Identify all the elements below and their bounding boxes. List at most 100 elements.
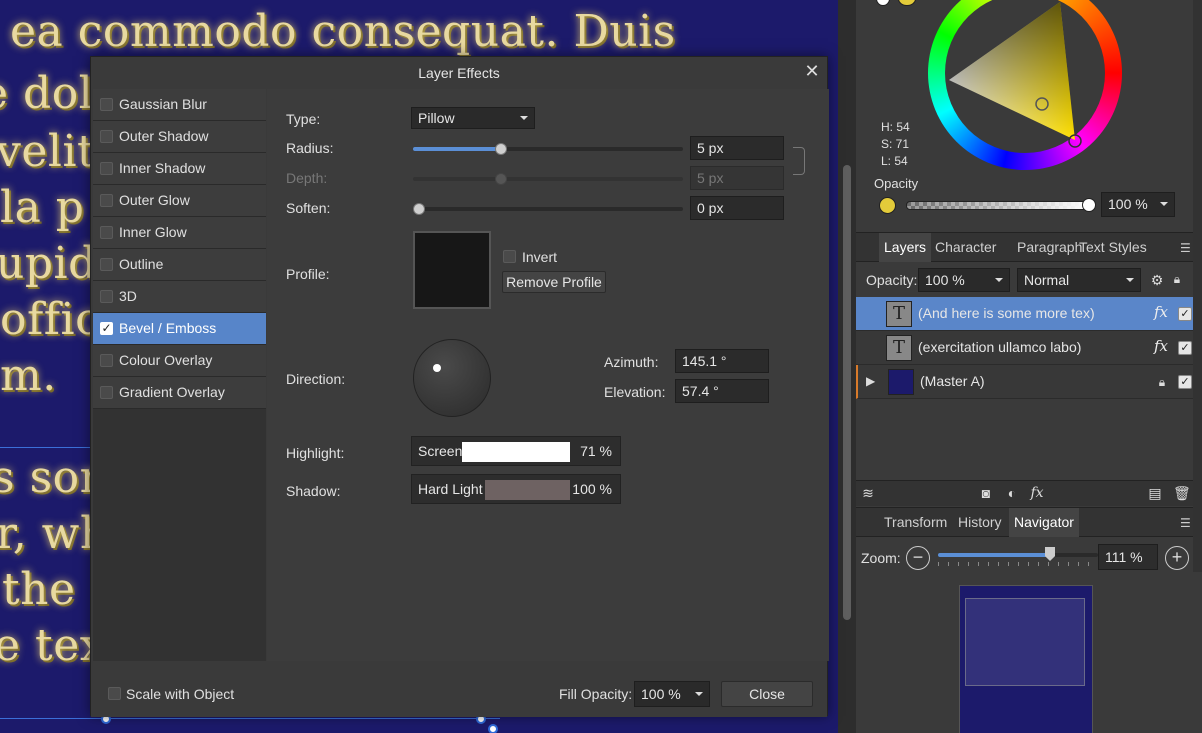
effect-inner-shadow[interactable]: Inner Shadow	[93, 153, 266, 185]
navigator-preview[interactable]	[959, 585, 1093, 733]
lock-icon[interactable]: 🔒︎	[1169, 271, 1185, 287]
direction-label: Direction:	[286, 371, 346, 387]
soften-field[interactable]: 0 px	[690, 196, 784, 220]
visibility-checkbox[interactable]: ✓	[1178, 375, 1192, 389]
current-color-swatch[interactable]	[879, 197, 896, 214]
fill-color-icon[interactable]	[898, 0, 916, 6]
tab-character[interactable]: Character	[930, 233, 1001, 262]
close-button[interactable]: Close	[721, 681, 813, 707]
layer-opacity-dropdown[interactable]: 100 %	[918, 268, 1010, 292]
shadow-control[interactable]: Hard Light 100 %	[411, 474, 621, 504]
link-icon[interactable]	[793, 147, 805, 175]
opacity-slider-knob[interactable]	[1082, 198, 1096, 212]
shadow-opacity[interactable]: 100 %	[572, 481, 612, 497]
fx-icon[interactable]: fx	[1154, 303, 1168, 321]
zoom-out-icon[interactable]: −	[906, 546, 930, 570]
highlight-label: Highlight:	[286, 445, 345, 461]
visibility-checkbox[interactable]: ✓	[1178, 341, 1192, 355]
soften-slider[interactable]	[413, 207, 683, 211]
scale-with-object-checkbox[interactable]	[108, 687, 121, 700]
effect-outline[interactable]: Outline	[93, 249, 266, 281]
rotation-handle[interactable]	[488, 724, 498, 733]
fx-icon[interactable]: fx	[1029, 485, 1045, 501]
invert-checkbox[interactable]	[503, 250, 516, 263]
shadow-blend-mode[interactable]: Hard Light	[418, 481, 483, 497]
navigator-viewport-frame[interactable]	[965, 598, 1085, 686]
trash-icon[interactable]: 🗑︎	[1173, 485, 1191, 501]
profile-curve-preview[interactable]	[413, 231, 491, 309]
direction-dial[interactable]	[413, 339, 491, 417]
checkbox[interactable]	[100, 258, 113, 271]
radius-slider-knob[interactable]	[495, 143, 507, 155]
expand-triangle-icon[interactable]: ▶	[866, 374, 875, 388]
fx-icon[interactable]: fx	[1154, 337, 1168, 355]
checkbox[interactable]	[100, 226, 113, 239]
close-icon[interactable]: ✕	[803, 62, 821, 81]
scrollbar-thumb[interactable]	[843, 165, 851, 620]
chevron-down-icon	[995, 278, 1003, 282]
fill-opacity-dropdown[interactable]: 100 %	[634, 681, 710, 707]
checkbox[interactable]	[100, 98, 113, 111]
mask-icon[interactable]: ◙	[978, 485, 994, 501]
opacity-slider[interactable]	[906, 201, 1090, 210]
type-dropdown[interactable]: Pillow	[411, 107, 535, 129]
effect-bevel-emboss[interactable]: ✓ Bevel / Emboss	[93, 313, 266, 345]
canvas-scrollbar[interactable]	[838, 0, 856, 733]
add-layer-icon[interactable]: ▤	[1147, 485, 1163, 501]
panel-menu-icon[interactable]: ☰	[1180, 516, 1194, 530]
soften-slider-knob[interactable]	[413, 203, 425, 215]
effect-gaussian-blur[interactable]: Gaussian Blur	[93, 89, 266, 121]
canvas-text-line: ea commodo consequat. Duis	[10, 6, 676, 57]
checkbox[interactable]	[100, 130, 113, 143]
checkbox[interactable]	[100, 354, 113, 367]
effect-inner-glow[interactable]: Inner Glow	[93, 217, 266, 249]
zoom-in-icon[interactable]: +	[1165, 546, 1189, 570]
opacity-dropdown[interactable]: 100 %	[1101, 192, 1175, 217]
canvas-text-line: e dol	[0, 68, 94, 119]
remove-profile-button[interactable]: Remove Profile	[502, 271, 606, 293]
effect-gradient-overlay[interactable]: Gradient Overlay	[93, 377, 266, 409]
radius-field[interactable]: 5 px	[690, 136, 784, 160]
zoom-slider-knob[interactable]	[1045, 547, 1055, 561]
layer-row[interactable]: ▶ (Master A) 🔒︎ ✓	[856, 365, 1202, 399]
zoom-field[interactable]: 111 %	[1098, 544, 1158, 570]
effect-colour-overlay[interactable]: Colour Overlay	[93, 345, 266, 377]
panel-menu-icon[interactable]: ☰	[1180, 241, 1194, 255]
checkbox[interactable]	[100, 290, 113, 303]
gear-icon[interactable]: ⚙	[1149, 272, 1165, 288]
layer-row[interactable]: T (exercitation ullamco labo) fx ✓	[856, 331, 1202, 365]
lock-icon[interactable]: 🔒︎	[1154, 374, 1170, 390]
effect-outer-shadow[interactable]: Outer Shadow	[93, 121, 266, 153]
effect-label: Gaussian Blur	[119, 96, 207, 112]
type-value: Pillow	[418, 110, 455, 126]
master-page-thumbnail	[888, 369, 914, 395]
elevation-field[interactable]: 57.4 °	[675, 379, 769, 403]
visibility-checkbox[interactable]: ✓	[1178, 307, 1192, 321]
hue-picker-handle[interactable]	[1068, 134, 1082, 148]
layers-stack-icon[interactable]: ≋	[860, 485, 876, 501]
saturation-lightness-triangle[interactable]	[945, 2, 1105, 152]
tab-layers[interactable]: Layers	[879, 233, 932, 262]
shadow-color-swatch[interactable]	[485, 480, 570, 500]
stroke-color-icon[interactable]	[876, 0, 890, 6]
checkbox[interactable]	[100, 194, 113, 207]
azimuth-field[interactable]: 145.1 °	[675, 349, 769, 373]
highlight-color-swatch[interactable]	[462, 442, 570, 462]
checkbox[interactable]	[100, 162, 113, 175]
tab-text-styles[interactable]: Text Styles	[1074, 233, 1152, 262]
blend-mode-dropdown[interactable]: Normal	[1017, 268, 1141, 292]
checkbox[interactable]	[100, 386, 113, 399]
panel-scrollbar[interactable]	[1193, 0, 1202, 572]
effect-outer-glow[interactable]: Outer Glow	[93, 185, 266, 217]
direction-dial-handle[interactable]	[433, 364, 441, 372]
highlight-control[interactable]: Screen 71 %	[411, 436, 621, 466]
checkmark-icon[interactable]: ✓	[100, 322, 113, 335]
effect-3d[interactable]: 3D	[93, 281, 266, 313]
highlight-opacity[interactable]: 71 %	[580, 443, 612, 459]
adjustment-icon[interactable]: ◐	[1004, 485, 1020, 501]
layer-row[interactable]: T (And here is some more tex) fx ✓	[856, 297, 1202, 331]
tab-transform[interactable]: Transform	[879, 508, 952, 537]
tab-navigator[interactable]: Navigator	[1009, 508, 1079, 537]
tab-history[interactable]: History	[953, 508, 1007, 537]
highlight-blend-mode[interactable]: Screen	[418, 443, 462, 459]
